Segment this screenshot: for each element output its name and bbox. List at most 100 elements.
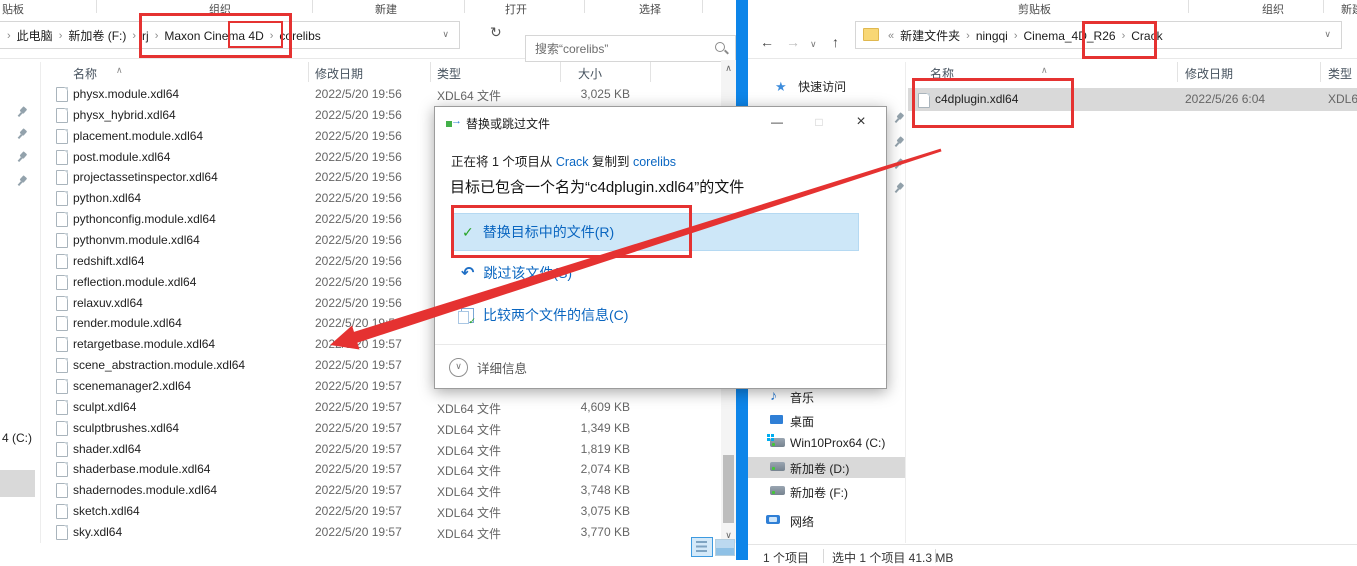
forward-icon[interactable]: → — [786, 34, 800, 50]
left-search-input[interactable]: 搜索“corelibs” — [525, 35, 736, 62]
file-name: pythonconfig.module.xdl64 — [73, 212, 216, 226]
file-date: 2022/5/20 19:57 — [315, 358, 402, 372]
sidebar-item[interactable]: 新加卷 (F:) — [748, 481, 905, 502]
file-icon — [56, 462, 68, 477]
compare-option-label: 比较两个文件的信息(C) — [483, 305, 628, 325]
breadcrumb-item[interactable]: 此电脑 — [15, 27, 55, 44]
ribbon-divider — [702, 0, 703, 13]
file-size: 3,025 KB — [581, 87, 630, 101]
status-divider — [823, 549, 824, 563]
sidebar-item-label: 桌面 — [790, 413, 814, 430]
file-icon — [56, 525, 68, 540]
file-type: XDL64 文件 — [437, 483, 501, 500]
maximize-icon: □ — [798, 109, 840, 135]
file-name: physx_hybrid.xdl64 — [73, 108, 176, 122]
file-date: 2022/5/20 19:57 — [315, 462, 402, 476]
file-size: 4,609 KB — [581, 400, 630, 414]
file-name: sky.xdl64 — [73, 525, 122, 539]
pin-icon[interactable] — [13, 126, 28, 142]
breadcrumb-item[interactable]: ningqi — [974, 29, 1010, 43]
file-row[interactable]: shadernodes.module.xdl642022/5/20 19:57X… — [45, 480, 721, 501]
close-icon[interactable]: × — [840, 109, 882, 135]
header-divider — [560, 62, 561, 82]
address-dropdown-icon[interactable]: ∨ — [1324, 29, 1331, 40]
file-date: 2022/5/20 19:56 — [315, 316, 402, 330]
file-date: 2022/5/20 19:57 — [315, 421, 402, 435]
sort-ascending-icon: ∧ — [1041, 65, 1048, 76]
file-size: 3,770 KB — [581, 525, 630, 539]
file-icon — [56, 379, 68, 394]
scroll-up-icon[interactable]: ∧ — [721, 60, 736, 76]
compare-files-option[interactable]: 比较两个文件的信息(C) — [461, 305, 628, 325]
address-dropdown-icon[interactable]: ∨ — [442, 29, 449, 40]
pin-icon[interactable] — [890, 156, 905, 172]
left-scrollbar-thumb[interactable] — [723, 455, 734, 523]
breadcrumb-separator: › — [1010, 30, 1022, 42]
more-details-toggle[interactable]: ∨ 详细信息 — [449, 358, 527, 377]
pin-icon[interactable] — [890, 180, 905, 196]
up-icon[interactable]: ↑ — [832, 34, 839, 50]
right-status-bar: 1 个项目 选中 1 个项目 41.3 MB — [748, 544, 1357, 561]
skip-arrow-icon: ↶ — [461, 263, 474, 283]
file-name: sketch.xdl64 — [73, 504, 140, 518]
file-date: 2022/5/26 6:04 — [1185, 92, 1265, 106]
pin-icon[interactable] — [13, 173, 28, 189]
minimize-icon[interactable]: — — [756, 109, 798, 135]
breadcrumb-prefix-icon: « — [884, 30, 898, 42]
sidebar-item[interactable]: Win10Prox64 (C:) — [748, 433, 905, 454]
file-row[interactable]: shaderbase.module.xdl642022/5/20 19:57XD… — [45, 459, 721, 480]
sidebar-item[interactable]: 网络 — [748, 510, 905, 531]
skip-file-option[interactable]: ↶ 跳过该文件(S) — [461, 263, 572, 283]
thumbnail-view-toggle[interactable] — [715, 539, 735, 556]
sidebar-item[interactable]: 桌面 — [748, 410, 905, 431]
file-icon — [56, 129, 68, 144]
pin-icon[interactable] — [13, 104, 28, 120]
annotation-box-replace-option — [451, 205, 692, 258]
column-header-type[interactable]: 类型 — [1328, 65, 1352, 82]
nav-selected-item-partial[interactable] — [0, 470, 35, 497]
file-date: 2022/5/20 19:57 — [315, 504, 402, 518]
pin-icon[interactable] — [890, 110, 905, 126]
column-header-name[interactable]: 名称 — [73, 65, 97, 82]
compare-files-icon — [461, 308, 474, 323]
file-row[interactable]: shader.xdl642022/5/20 19:57XDL64 文件1,819… — [45, 439, 721, 460]
sidebar-item-label: Win10Prox64 (C:) — [790, 436, 885, 450]
file-row[interactable]: sketch.xdl642022/5/20 19:57XDL64 文件3,075… — [45, 501, 721, 522]
quick-access-item[interactable]: ★ 快速访问 — [775, 78, 846, 96]
sidebar-item[interactable]: 音乐 — [748, 386, 905, 407]
file-name: pythonvm.module.xdl64 — [73, 233, 200, 247]
breadcrumb-item[interactable]: 新加卷 (F:) — [66, 27, 128, 44]
pin-icon[interactable] — [13, 149, 28, 165]
file-date: 2022/5/20 19:57 — [315, 442, 402, 456]
file-row[interactable]: physx.module.xdl642022/5/20 19:56XDL64 文… — [45, 84, 721, 105]
sidebar-item-label: 新加卷 (D:) — [790, 460, 849, 477]
file-icon — [56, 150, 68, 165]
screenshot-root: { "icons": { "crumb_sep": "›", "crumb_pr… — [0, 0, 1357, 560]
copy-line-prefix: 正在将 1 个项目从 — [451, 155, 556, 169]
sidebar-item[interactable]: 新加卷 (D:) — [748, 457, 905, 478]
ribbon-divider — [312, 0, 313, 13]
history-dropdown-icon[interactable]: ∨ — [810, 39, 817, 50]
file-size: 3,075 KB — [581, 504, 630, 518]
file-date: 2022/5/20 19:56 — [315, 212, 402, 226]
right-address-bar: ← → ∨ ↑ «新建文件夹›ningqi›Cinema_4D_R26›Crac… — [748, 14, 1357, 59]
network-icon — [766, 515, 780, 524]
pin-icon[interactable] — [890, 134, 905, 150]
column-header-date[interactable]: 修改日期 — [315, 65, 363, 82]
back-icon[interactable]: ← — [760, 34, 774, 50]
file-row[interactable]: sculptbrushes.xdl642022/5/20 19:57XDL64 … — [45, 418, 721, 439]
column-header-date[interactable]: 修改日期 — [1185, 65, 1233, 82]
file-date: 2022/5/20 19:56 — [315, 129, 402, 143]
refresh-icon[interactable]: ↻ — [490, 24, 502, 41]
column-header-type[interactable]: 类型 — [437, 65, 461, 82]
nav-item-drive-c-partial[interactable]: 4 (C:) — [2, 431, 32, 445]
search-icon[interactable] — [715, 42, 725, 52]
column-header-size[interactable]: 大小 — [578, 65, 602, 82]
details-view-toggle[interactable] — [691, 537, 713, 557]
breadcrumb-item[interactable]: 新建文件夹 — [898, 27, 962, 44]
file-date: 2022/5/20 19:57 — [315, 379, 402, 393]
file-row[interactable]: sculpt.xdl642022/5/20 19:57XDL64 文件4,609… — [45, 397, 721, 418]
file-row[interactable]: sky.xdl642022/5/20 19:57XDL64 文件3,770 KB — [45, 522, 721, 543]
header-divider — [308, 62, 309, 82]
sidebar-divider — [905, 62, 906, 543]
